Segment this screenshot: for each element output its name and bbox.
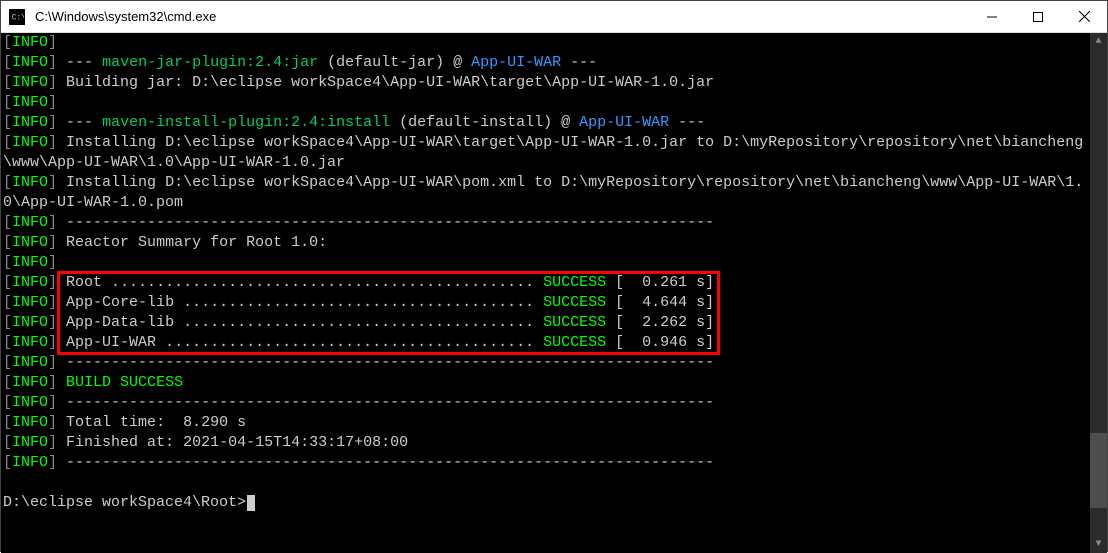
window-title: C:\Windows\system32\cmd.exe <box>33 9 969 24</box>
terminal-line: [INFO] Building jar: D:\eclipse workSpac… <box>3 73 1090 93</box>
terminal-line: [INFO] App-Data-lib ....................… <box>3 313 1090 333</box>
terminal-line: [INFO] Total time: 8.290 s <box>3 413 1090 433</box>
terminal-line: [INFO] ---------------------------------… <box>3 353 1090 373</box>
terminal-line: [INFO] Root ............................… <box>3 273 1090 293</box>
terminal-line: [INFO] ---------------------------------… <box>3 453 1090 473</box>
terminal-line: [INFO] --- maven-install-plugin:2.4:inst… <box>3 113 1090 133</box>
maximize-button[interactable] <box>1015 1 1061 33</box>
terminal-line: [INFO] <box>3 93 1090 113</box>
terminal-line: D:\eclipse workSpace4\Root> <box>3 493 1090 513</box>
terminal-line <box>3 473 1090 493</box>
terminal-line: 0\App-UI-WAR-1.0.pom <box>3 193 1090 213</box>
cursor <box>247 495 255 511</box>
terminal-content: [INFO][INFO] --- maven-jar-plugin:2.4:ja… <box>3 33 1090 513</box>
scrollbar-track[interactable]: ▲ ▼ <box>1090 33 1107 553</box>
scrollbar-thumb[interactable] <box>1090 433 1107 508</box>
terminal-line: [INFO] BUILD SUCCESS <box>3 373 1090 393</box>
svg-text:C:\: C:\ <box>12 13 24 22</box>
terminal-line: [INFO] Reactor Summary for Root 1.0: <box>3 233 1090 253</box>
terminal-line: [INFO] <box>3 33 1090 53</box>
close-button[interactable] <box>1061 1 1107 33</box>
terminal-output[interactable]: [INFO][INFO] --- maven-jar-plugin:2.4:ja… <box>1 33 1107 553</box>
terminal-line: [INFO] App-Core-lib ....................… <box>3 293 1090 313</box>
terminal-line: [INFO] --- maven-jar-plugin:2.4:jar (def… <box>3 53 1090 73</box>
terminal-line: \www\App-UI-WAR\1.0\App-UI-WAR-1.0.jar <box>3 153 1090 173</box>
window-titlebar: C:\ C:\Windows\system32\cmd.exe <box>1 1 1107 33</box>
terminal-line: [INFO] <box>3 253 1090 273</box>
scroll-down-arrow[interactable]: ▼ <box>1090 536 1107 553</box>
cmd-icon: C:\ <box>9 9 25 25</box>
terminal-line: [INFO] ---------------------------------… <box>3 393 1090 413</box>
terminal-line: [INFO] ---------------------------------… <box>3 213 1090 233</box>
terminal-line: [INFO] Installing D:\eclipse workSpace4\… <box>3 133 1090 153</box>
scroll-up-arrow[interactable]: ▲ <box>1090 33 1107 50</box>
terminal-line: [INFO] Installing D:\eclipse workSpace4\… <box>3 173 1090 193</box>
terminal-line: [INFO] App-UI-WAR ......................… <box>3 333 1090 353</box>
minimize-button[interactable] <box>969 1 1015 33</box>
terminal-line: [INFO] Finished at: 2021-04-15T14:33:17+… <box>3 433 1090 453</box>
